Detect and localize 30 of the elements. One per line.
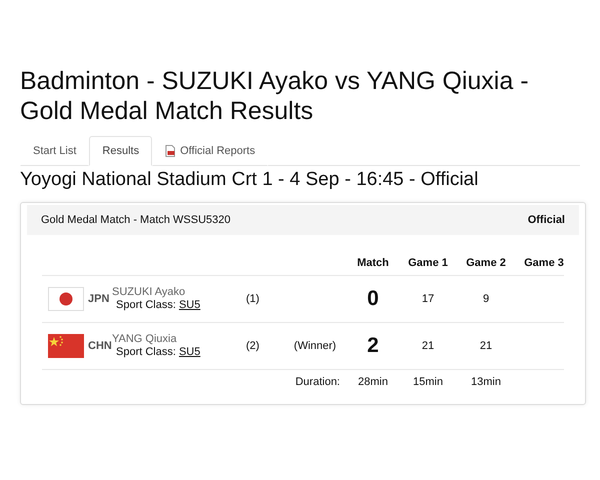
column-header: Match [356,257,390,269]
game-score: 9 [482,293,490,305]
sport-class: Sport Class: SU5 [115,299,202,312]
match-score: 2 [366,334,380,358]
duration-value: 15min [412,376,444,388]
athlete-name: SUZUKI Ayako [112,286,186,299]
match-score: 0 [366,287,380,311]
athlete-name: YANG Qiuxia [112,333,178,346]
page-title: Badminton - SUZUKI Ayako vs YANG Qiuxia - Gold Medal Match Results [20,66,530,126]
game-score: 17 [420,293,436,305]
game-score: 21 [478,340,494,352]
country-code: CHN [88,340,112,352]
match-heading: Gold Medal Match - Match WSSU5320 [41,214,231,226]
duration-label: Duration: [294,376,341,388]
winner-label: (Winner) [292,340,338,352]
column-header: Game 1 [407,257,449,269]
seed: (2) [246,340,260,352]
tab[interactable]: Official Reports [152,136,268,166]
status-label: Official [528,214,565,226]
game-score: 21 [420,340,436,352]
venue-heading: Yoyogi National Stadium Crt 1 - 4 Sep - 16:45 - Official [20,168,480,192]
column-header: Game 2 [465,257,507,269]
duration-value: 28min [357,376,389,388]
seed: (1) [246,293,260,305]
tab[interactable]: Results [89,136,152,166]
country-code: JPN [88,293,110,305]
sport-class: Sport Class: SU5 [115,346,202,359]
duration-value: 13min [470,376,502,388]
column-header: Game 3 [523,257,565,269]
tab[interactable]: Start List [20,136,90,166]
